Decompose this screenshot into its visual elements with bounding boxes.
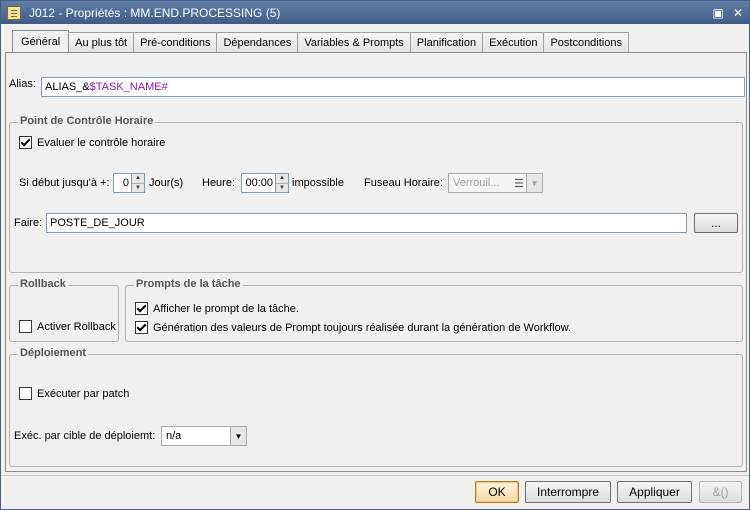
tab-postconditions[interactable]: Postconditions (543, 32, 629, 52)
hour-spinner[interactable]: 00:00 ▲ ▼ (241, 173, 289, 193)
do-input[interactable]: POSTE_DE_JOUR (46, 213, 687, 233)
title-bar[interactable]: J012 - Propriétés : MM.END.PROCESSING (5… (1, 1, 749, 24)
ok-button[interactable]: OK (475, 481, 519, 503)
chevron-down-icon[interactable]: ▼ (230, 427, 246, 445)
rollback-group: Rollback (9, 278, 119, 342)
start-row: Si début jusqu'à +: (19, 173, 109, 193)
days-unit-row: Jour(s) (149, 173, 183, 193)
per-target-value: n/a (166, 430, 182, 442)
show-prompt-label: Afficher le prompt de la tâche. (153, 302, 299, 315)
spin-up-icon[interactable]: ▲ (276, 174, 288, 183)
language-icon: &() (712, 485, 729, 499)
task-prompts-title: Prompts de la tâche (134, 278, 243, 290)
impossible-row: impossible (292, 173, 344, 193)
hour-spin-buttons[interactable]: ▲ ▼ (276, 173, 289, 193)
days-unit-label: Jour(s) (149, 177, 184, 189)
timezone-value: Verrouil... (453, 177, 500, 189)
do-row: Faire: (14, 213, 42, 233)
properties-window: J012 - Propriétés : MM.END.PROCESSING (5… (0, 0, 750, 510)
days-spin-buttons[interactable]: ▲ ▼ (132, 173, 145, 193)
spin-down-icon[interactable]: ▼ (132, 182, 144, 193)
hour-row: Heure: (202, 173, 235, 193)
general-panel: Alias: ALIAS_& $TASK_NAME# Point de Contr… (5, 52, 747, 472)
interrupt-button[interactable]: Interrompre (525, 481, 611, 503)
tab-pre-conditions[interactable]: Pré-conditions (133, 32, 218, 52)
impossible-label: impossible (292, 177, 344, 189)
evaluate-label: Evaluer le contrôle horaire (37, 136, 166, 149)
per-target-select[interactable]: n/a ▼ (161, 426, 247, 446)
alias-input[interactable]: ALIAS_& $TASK_NAME# (41, 77, 745, 97)
rollback-title: Rollback (18, 278, 68, 290)
do-label: Faire: (14, 217, 43, 229)
chevron-down-icon[interactable]: ▼ (526, 174, 542, 192)
timezone-row: Fuseau Horaire: (364, 173, 443, 193)
days-input[interactable]: 0 (113, 173, 132, 193)
generation-checkbox[interactable] (135, 321, 148, 334)
tab-general[interactable]: Général (12, 30, 70, 52)
window-title: J012 - Propriétés : MM.END.PROCESSING (5… (29, 5, 281, 20)
language-button[interactable]: &() (699, 481, 742, 503)
deployment-group: Déploiement (9, 347, 743, 467)
tab-dependances[interactable]: Dépendances (216, 32, 299, 52)
execute-patch-row[interactable]: Exécuter par patch (19, 387, 129, 400)
tab-variables-prompts[interactable]: Variables & Prompts (297, 32, 411, 52)
hour-input[interactable]: 00:00 (241, 173, 276, 193)
alias-row: Alias: (9, 78, 36, 90)
alias-label: Alias: (9, 78, 36, 90)
per-target-label: Exéc. par cible de déploiemt: (14, 430, 156, 442)
generation-label: Génération des valeurs de Prompt toujour… (153, 321, 572, 334)
activate-rollback-checkbox[interactable] (19, 320, 32, 333)
per-target-row: Exéc. par cible de déploiemt: (14, 426, 155, 446)
tab-au-plus-tot[interactable]: Au plus tôt (68, 32, 135, 52)
tab-planification[interactable]: Planification (409, 32, 484, 52)
close-icon[interactable]: ✕ (729, 4, 747, 22)
evaluate-checkbox[interactable] (19, 136, 32, 149)
properties-app-icon (7, 5, 21, 20)
deployment-title: Déploiement (18, 347, 89, 359)
start-label: Si début jusqu'à +: (19, 177, 110, 189)
alias-value-variable: $TASK_NAME# (89, 81, 168, 93)
browse-button[interactable]: ... (694, 213, 738, 233)
alias-value-prefix: ALIAS_& (45, 81, 90, 93)
restore-icon[interactable]: ▣ (709, 4, 727, 22)
spin-down-icon[interactable]: ▼ (276, 182, 288, 193)
tab-bar: Général Au plus tôt Pré-conditions Dépen… (12, 30, 629, 52)
show-prompt-row[interactable]: Afficher le prompt de la tâche. (135, 302, 299, 315)
execute-patch-checkbox[interactable] (19, 387, 32, 400)
generation-row[interactable]: Génération des valeurs de Prompt toujour… (135, 321, 571, 334)
execute-patch-label: Exécuter par patch (37, 387, 130, 400)
list-icon: ☰ (514, 177, 524, 190)
timezone-label: Fuseau Horaire: (364, 177, 443, 189)
activate-rollback-label: Activer Rollback (37, 320, 116, 333)
evaluate-row[interactable]: Evaluer le contrôle horaire (19, 136, 165, 149)
tab-execution[interactable]: Exécution (482, 32, 545, 52)
activate-rollback-row[interactable]: Activer Rollback (19, 320, 116, 333)
apply-button[interactable]: Appliquer (617, 481, 692, 503)
days-spinner[interactable]: 0 ▲ ▼ (113, 173, 145, 193)
show-prompt-checkbox[interactable] (135, 302, 148, 315)
timezone-select[interactable]: Verrouil... ☰ ▼ (448, 173, 543, 193)
time-checkpoint-title: Point de Contrôle Horaire (18, 115, 156, 127)
spin-up-icon[interactable]: ▲ (132, 174, 144, 183)
footer-separator (1, 475, 749, 476)
hour-label: Heure: (202, 177, 236, 189)
